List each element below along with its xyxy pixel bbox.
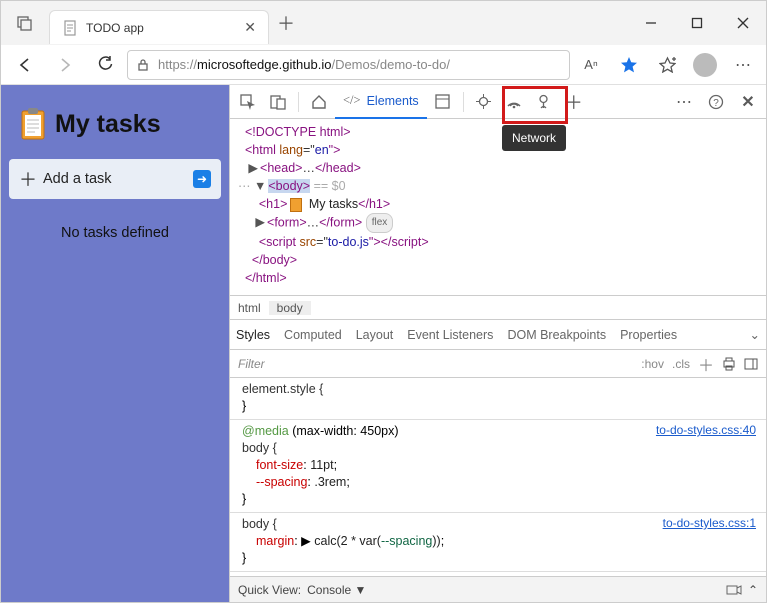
more-tabs-button[interactable]: ＋ — [560, 88, 588, 116]
clipboard-mini-icon — [290, 198, 302, 212]
devtools-tabbar: </> Elements ＋ ⋯ ? ✕ — [230, 85, 766, 119]
empty-state: No tasks defined — [1, 225, 229, 241]
window-titlebar: TODO app ✕ ＋ — [1, 1, 766, 45]
source-link[interactable]: to-do-styles.css:40 — [656, 422, 756, 439]
breadcrumb-html[interactable]: html — [230, 301, 269, 315]
tab-computed[interactable]: Computed — [284, 328, 342, 342]
styles-filter-bar: Filter :hov .cls ＋ — [230, 350, 766, 378]
filter-input[interactable]: Filter — [238, 357, 265, 371]
css-rules[interactable]: element.style { } to-do-styles.css:40 @m… — [230, 378, 766, 576]
collections-button[interactable] — [650, 49, 684, 81]
quick-view-label: Quick View: — [238, 583, 301, 597]
page-content: My tasks ＋ Add a task ➜ No tasks defined — [1, 85, 229, 602]
code-icon: </> — [343, 93, 361, 108]
help-button[interactable]: ? — [702, 88, 730, 116]
back-button[interactable] — [7, 49, 43, 81]
profile-button[interactable] — [688, 49, 722, 81]
url-box[interactable]: https://microsoftedge.github.io/Demos/de… — [127, 50, 570, 80]
issues-icon[interactable] — [726, 583, 742, 597]
close-devtools-button[interactable]: ✕ — [734, 88, 762, 116]
panel-icon[interactable] — [744, 357, 758, 371]
avatar-icon — [693, 53, 717, 77]
window-minimize-button[interactable] — [628, 7, 674, 39]
tab-properties[interactable]: Properties — [620, 328, 677, 342]
tab-dom-breakpoints[interactable]: DOM Breakpoints — [507, 328, 606, 342]
url-text: https://microsoftedge.github.io/Demos/de… — [158, 57, 450, 72]
styles-tabs: Styles Computed Layout Event Listeners D… — [230, 320, 766, 350]
browser-tab[interactable]: TODO app ✕ — [49, 10, 269, 44]
expand-icon[interactable]: ⌃ — [748, 583, 758, 597]
source-link[interactable]: to-do-styles.css:1 — [663, 515, 756, 532]
plus-icon: ＋ — [19, 166, 37, 192]
dom-tree[interactable]: <!DOCTYPE html> <html lang="en"> ▶<head>… — [230, 119, 766, 296]
chevron-down-icon[interactable]: ⌄ — [750, 327, 760, 342]
tab-styles[interactable]: Styles — [236, 328, 270, 342]
device-toggle-button[interactable] — [264, 88, 292, 116]
submit-icon[interactable]: ➜ — [193, 170, 211, 188]
welcome-tab[interactable] — [305, 88, 333, 116]
hov-button[interactable]: :hov — [641, 357, 664, 371]
inspect-element-button[interactable] — [234, 88, 262, 116]
window-maximize-button[interactable] — [674, 7, 720, 39]
quick-view-value[interactable]: Console ▼ — [307, 583, 366, 597]
tab-layout[interactable]: Layout — [356, 328, 394, 342]
tab-event-listeners[interactable]: Event Listeners — [407, 328, 493, 342]
forward-button — [47, 49, 83, 81]
document-icon — [62, 20, 78, 36]
refresh-button[interactable] — [87, 49, 123, 81]
browser-menu-button[interactable]: ⋯ — [726, 49, 760, 81]
add-task-label: Add a task — [43, 171, 112, 187]
close-tab-icon[interactable]: ✕ — [244, 19, 256, 36]
svg-text:?: ? — [713, 98, 719, 109]
print-icon[interactable] — [722, 357, 736, 371]
window-close-button[interactable] — [720, 7, 766, 39]
page-title: My tasks — [55, 110, 161, 139]
clipboard-icon — [19, 107, 47, 141]
source-link[interactable]: base.css:1 — [699, 574, 756, 576]
cls-button[interactable]: .cls — [672, 357, 690, 371]
tab-actions-icon[interactable] — [1, 15, 49, 31]
tab-title: TODO app — [86, 21, 236, 35]
breadcrumb-body[interactable]: body — [269, 301, 311, 315]
lock-icon — [136, 58, 150, 72]
add-task-input[interactable]: ＋ Add a task ➜ — [9, 159, 221, 199]
reading-mode-button[interactable]: Aⁿ — [574, 49, 608, 81]
address-bar: https://microsoftedge.github.io/Demos/de… — [1, 45, 766, 85]
performance-tab-icon[interactable] — [530, 88, 558, 116]
app-tab[interactable] — [429, 88, 457, 116]
network-tooltip: Network — [502, 125, 566, 151]
elements-tab-label: Elements — [367, 94, 419, 108]
breadcrumb[interactable]: html body — [230, 296, 766, 320]
devtools-menu-button[interactable]: ⋯ — [670, 88, 698, 116]
elements-tab[interactable]: </> Elements — [335, 85, 427, 119]
favorite-button[interactable] — [612, 49, 646, 81]
network-tab-icon[interactable] — [500, 88, 528, 116]
quick-view-bar[interactable]: Quick View: Console ▼ ⌃ — [230, 576, 766, 602]
new-tab-button[interactable]: ＋ — [277, 10, 295, 36]
sources-tab-icon[interactable] — [470, 88, 498, 116]
devtools-panel: Network </> Elements ＋ ⋯ ? — [229, 85, 766, 602]
new-rule-button[interactable]: ＋ — [698, 352, 714, 376]
